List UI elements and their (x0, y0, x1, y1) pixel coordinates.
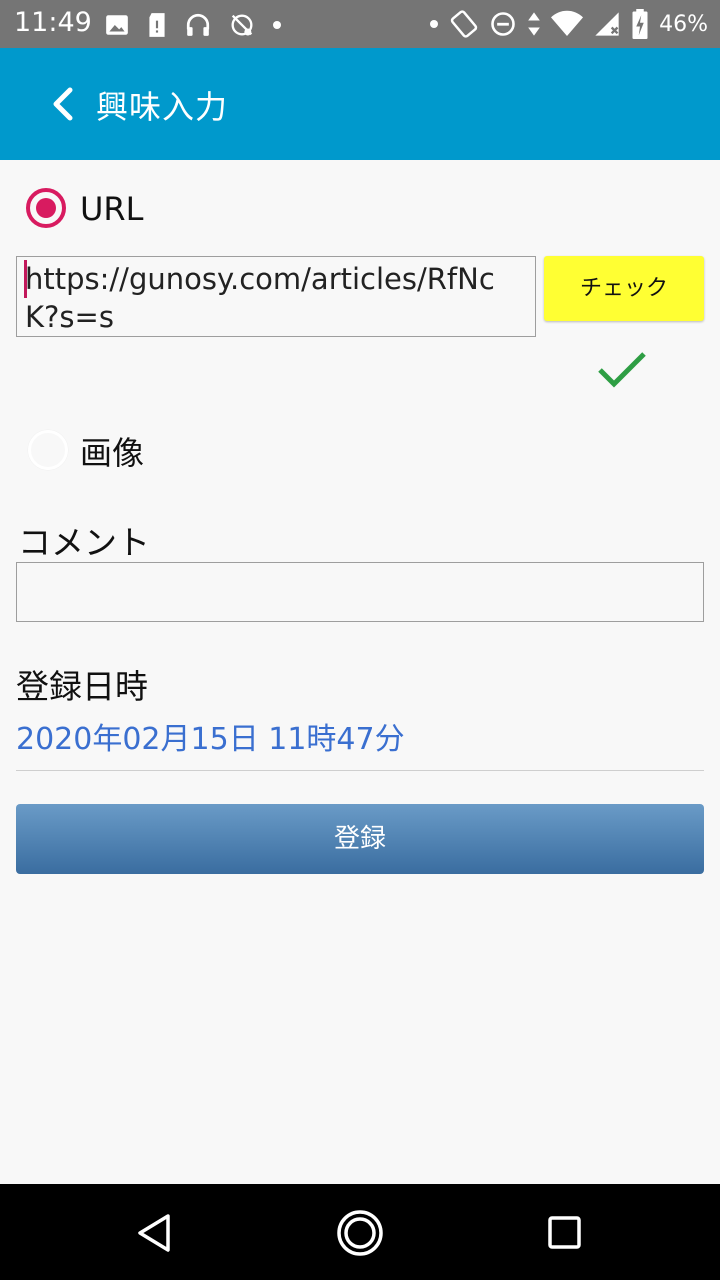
navigation-bar (0, 1184, 720, 1280)
comment-label: コメント (18, 523, 150, 562)
image-icon (106, 15, 128, 35)
rotate-icon (450, 10, 478, 38)
page-title: 興味入力 (96, 88, 229, 126)
recents-square-icon[interactable] (540, 1208, 590, 1258)
image-radio-button[interactable] (28, 430, 68, 470)
do-not-disturb-icon (491, 12, 515, 36)
status-time: 11:49 (14, 7, 92, 38)
sd-card-icon (149, 13, 165, 37)
no-signal-icon (595, 12, 619, 36)
url-input[interactable]: https://gunosy.com/articles/RfNcK?s=s (16, 256, 536, 337)
home-circle-icon[interactable] (335, 1208, 385, 1258)
status-bar: 11:49 46% (0, 0, 720, 48)
url-option-label[interactable]: URL (80, 190, 143, 228)
back-triangle-icon[interactable] (130, 1208, 180, 1258)
comment-input[interactable] (16, 562, 704, 622)
dot-icon (273, 21, 281, 29)
status-icons-right: 46% (429, 8, 708, 40)
check-button[interactable]: チェック (544, 256, 704, 321)
location-off-icon (231, 14, 253, 36)
image-option-label[interactable]: 画像 (80, 428, 144, 474)
divider (16, 770, 704, 771)
text-caret (24, 260, 27, 298)
data-arrows-icon (528, 12, 540, 36)
date-value[interactable]: 2020年02月15日 11時47分 (16, 714, 405, 758)
back-chevron-icon[interactable] (46, 84, 86, 124)
app-bar: 興味入力 (0, 48, 720, 160)
headphones-icon (186, 13, 210, 36)
url-radio-button[interactable] (26, 188, 66, 228)
battery-charging-icon (632, 9, 648, 39)
battery-percent: 46% (659, 11, 708, 37)
dot-icon (430, 20, 439, 28)
checkmark-icon (598, 352, 646, 388)
date-label: 登録日時 (16, 667, 148, 706)
status-icons-left (104, 10, 282, 40)
wifi-icon (551, 10, 584, 36)
register-button[interactable]: 登録 (16, 804, 704, 874)
